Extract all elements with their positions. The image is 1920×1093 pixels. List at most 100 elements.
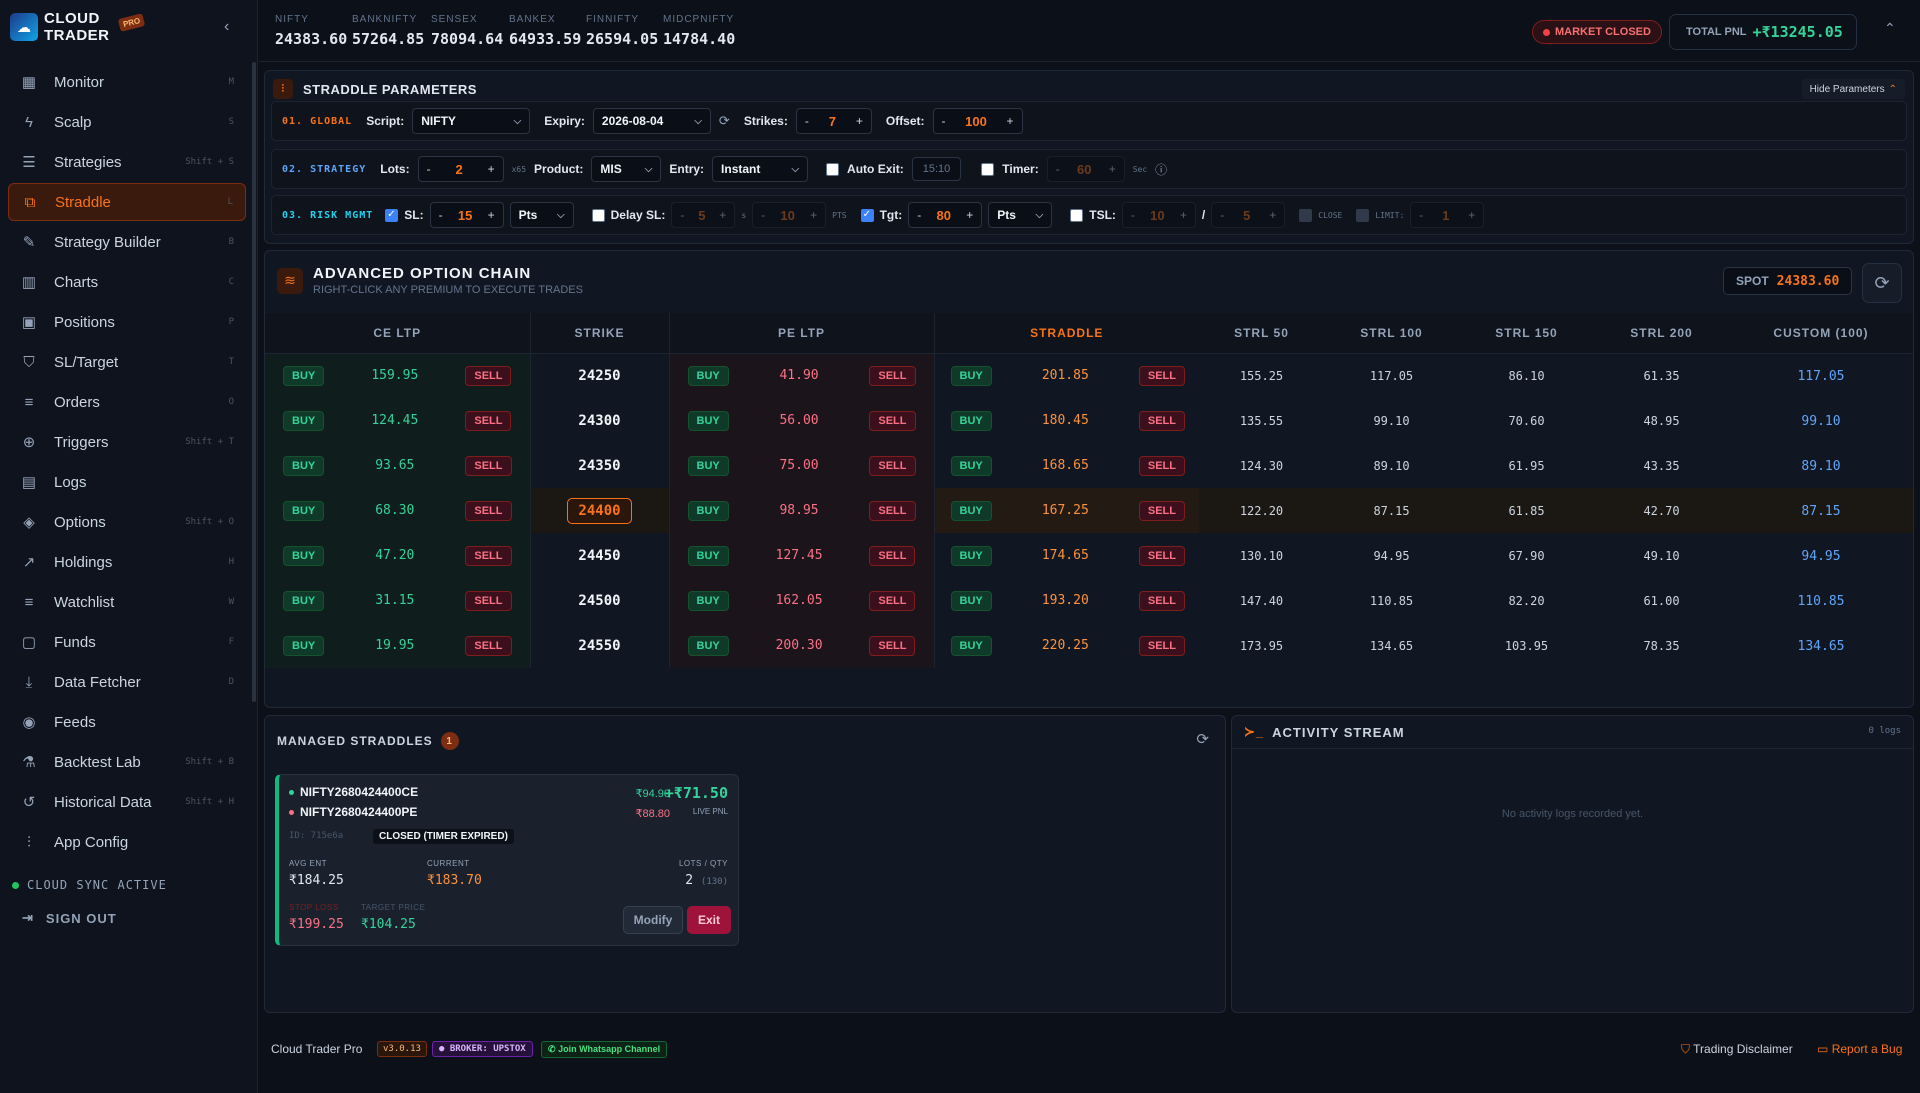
strl-100-value[interactable]: 94.95 [1373,549,1409,563]
plus-icon[interactable]: + [719,208,726,222]
straddle-premium[interactable]: 168.65 [1042,458,1089,473]
refresh-expiry-icon[interactable]: ⟳ [719,113,730,129]
buy-button[interactable]: BUY [950,365,992,386]
index-ticker-midcpnifty[interactable]: MIDCPNIFTY 14784.40 [663,14,735,48]
strl-100-value[interactable]: 117.05 [1370,369,1413,383]
buy-button[interactable]: BUY [283,455,325,476]
offset-stepper[interactable]: - 100 + [932,108,1023,134]
minus-icon[interactable]: - [1220,208,1224,222]
timer-stepper[interactable]: - 60 + [1046,156,1125,182]
straddle-premium[interactable]: 201.85 [1042,368,1089,383]
sidebar-item-strategies[interactable]: ☰ Strategies Shift + S [8,143,246,181]
custom-value[interactable]: 134.65 [1798,639,1845,654]
ce-ltp[interactable]: 68.30 [375,503,414,518]
strikes-stepper[interactable]: - 7 + [795,108,872,134]
buy-button[interactable]: BUY [283,410,325,431]
sidebar-item-logs[interactable]: ▤ Logs [8,463,246,501]
sell-button[interactable]: SELL [869,455,916,476]
sell-button[interactable]: SELL [869,545,916,566]
minus-icon[interactable]: - [1056,162,1060,176]
pe-ltp[interactable]: 75.00 [779,458,818,473]
refresh-managed-icon[interactable]: ⟳ [1196,730,1209,748]
sell-button[interactable]: SELL [465,455,512,476]
info-icon[interactable]: ⓘ [1155,161,1167,178]
plus-icon[interactable]: + [1007,114,1014,128]
buy-button[interactable]: BUY [283,500,325,521]
strl-200-value[interactable]: 61.35 [1643,369,1679,383]
buy-button[interactable]: BUY [283,365,325,386]
sell-button[interactable]: SELL [1138,455,1185,476]
pe-ltp[interactable]: 41.90 [779,368,818,383]
index-ticker-sensex[interactable]: SENSEX 78094.64 [431,14,503,48]
buy-button[interactable]: BUY [687,365,729,386]
refresh-chain-button[interactable]: ⟳ [1862,263,1902,303]
target-checkbox[interactable] [860,208,874,222]
sell-button[interactable]: SELL [869,590,916,611]
lots-stepper[interactable]: - 2 + [417,156,504,182]
tsl-step-stepper[interactable]: - 5 + [1211,202,1286,228]
sidebar-item-feeds[interactable]: ◉ Feeds [8,703,246,741]
sidebar-item-historical-data[interactable]: ↺ Historical Data Shift + H [8,783,246,821]
sell-button[interactable]: SELL [465,365,512,386]
whatsapp-channel-link[interactable]: ✆ Join Whatsapp Channel [541,1041,668,1058]
delay-sl-checkbox[interactable] [591,208,605,222]
timer-checkbox[interactable] [981,162,995,176]
ce-ltp[interactable]: 124.45 [371,413,418,428]
strl-150-value[interactable]: 67.90 [1508,549,1544,563]
sell-button[interactable]: SELL [869,410,916,431]
custom-value[interactable]: 87.15 [1801,504,1840,519]
tsl-checkbox[interactable] [1070,208,1084,222]
auto-exit-checkbox[interactable] [826,162,840,176]
custom-value[interactable]: 89.10 [1801,459,1840,474]
straddle-premium[interactable]: 180.45 [1042,413,1089,428]
buy-button[interactable]: BUY [950,545,992,566]
strl-200-value[interactable]: 43.35 [1643,459,1679,473]
buy-button[interactable]: BUY [687,455,729,476]
pe-ltp[interactable]: 200.30 [776,638,823,653]
index-ticker-banknifty[interactable]: BANKNIFTY 57264.85 [352,14,424,48]
sidebar-item-charts[interactable]: ▥ Charts C [8,263,246,301]
sell-button[interactable]: SELL [1138,410,1185,431]
limit-stepper[interactable]: - 1 + [1410,202,1485,228]
plus-icon[interactable]: + [1468,208,1475,222]
strl-200-value[interactable]: 42.70 [1643,504,1679,518]
buy-button[interactable]: BUY [283,545,325,566]
plus-icon[interactable]: + [856,114,863,128]
buy-button[interactable]: BUY [950,410,992,431]
minus-icon[interactable]: - [1419,208,1423,222]
sidebar-item-triggers[interactable]: ⊕ Triggers Shift + T [8,423,246,461]
buy-button[interactable]: BUY [687,635,729,656]
strl-100-value[interactable]: 87.15 [1373,504,1409,518]
sell-button[interactable]: SELL [465,410,512,431]
buy-button[interactable]: BUY [687,545,729,566]
minus-icon[interactable]: - [1131,208,1135,222]
strl-50-value[interactable]: 173.95 [1240,639,1283,653]
sell-button[interactable]: SELL [869,365,916,386]
sign-out-button[interactable]: ⇥ SIGN OUT [22,910,117,926]
plus-icon[interactable]: + [1269,208,1276,222]
custom-value[interactable]: 110.85 [1798,594,1845,609]
strl-150-value[interactable]: 61.95 [1508,459,1544,473]
plus-icon[interactable]: + [1109,162,1116,176]
ce-ltp[interactable]: 159.95 [371,368,418,383]
strl-50-value[interactable]: 122.20 [1240,504,1283,518]
strl-150-value[interactable]: 70.60 [1508,414,1544,428]
sell-button[interactable]: SELL [1138,365,1185,386]
buy-button[interactable]: BUY [950,455,992,476]
product-select[interactable]: MIS ⌵ [591,156,662,182]
minus-icon[interactable]: - [942,114,946,128]
hide-parameters-button[interactable]: Hide Parameters ⌃ [1801,79,1905,99]
buy-button[interactable]: BUY [950,500,992,521]
sidebar-item-data-fetcher[interactable]: ⤓ Data Fetcher D [8,663,246,701]
exit-button[interactable]: Exit [687,906,731,934]
sidebar-item-options[interactable]: ◈ Options Shift + O [8,503,246,541]
plus-icon[interactable]: + [966,208,973,222]
minus-icon[interactable]: - [680,208,684,222]
target-unit-select[interactable]: Pts ⌵ [988,202,1053,228]
minus-icon[interactable]: - [427,162,431,176]
script-select[interactable]: NIFTY ⌵ [412,108,531,134]
buy-button[interactable]: BUY [283,635,325,656]
sell-button[interactable]: SELL [1138,590,1185,611]
sell-button[interactable]: SELL [465,635,512,656]
sell-button[interactable]: SELL [869,635,916,656]
